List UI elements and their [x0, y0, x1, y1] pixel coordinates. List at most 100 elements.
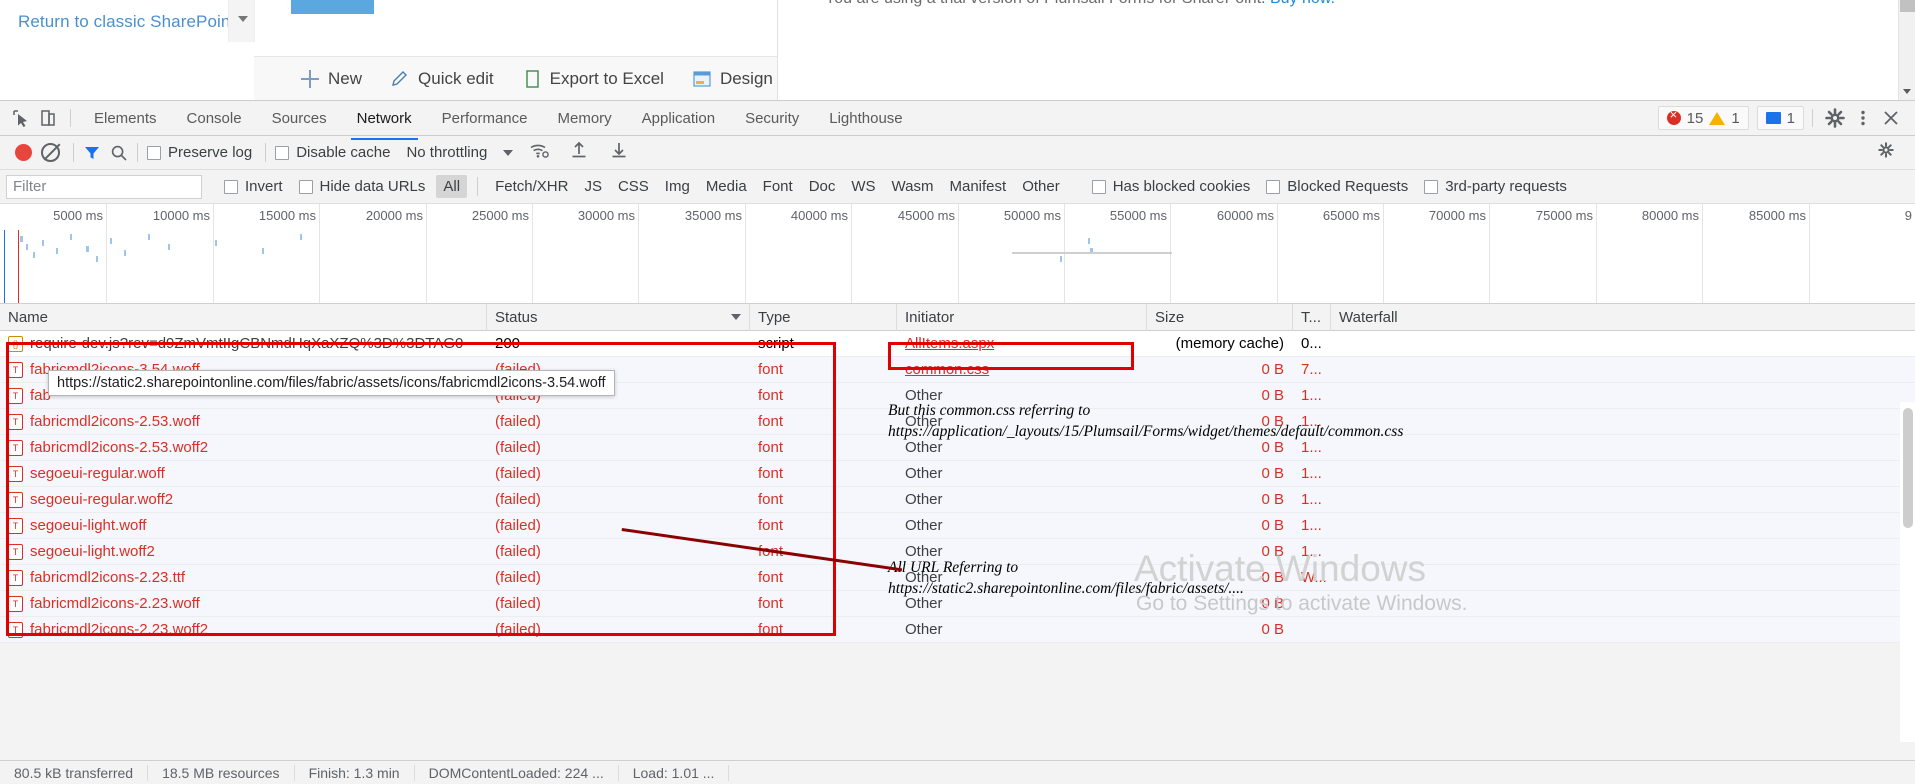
funnel-icon[interactable]: [83, 144, 101, 162]
preserve-log-checkbox[interactable]: [147, 145, 161, 160]
filter-type-manifest[interactable]: Manifest: [943, 175, 1014, 198]
column-header-type[interactable]: Type: [750, 303, 897, 331]
table-row[interactable]: Tsegoeui-regular.woff2 (failed) font Other 0…: [0, 487, 1915, 513]
initiator-link[interactable]: common.css: [905, 361, 989, 378]
tab-console[interactable]: Console: [175, 104, 254, 133]
issue-counters[interactable]: 15 1: [1657, 106, 1749, 130]
has-blocked-cookies-toggle[interactable]: Has blocked cookies: [1091, 178, 1250, 195]
invert-checkbox[interactable]: [224, 179, 238, 194]
cell-initiator[interactable]: AllItems.aspx: [897, 331, 1147, 357]
toolbar-divider-2: [1812, 109, 1813, 127]
filter-type-ws[interactable]: WS: [844, 175, 882, 198]
filter-input[interactable]: [6, 174, 202, 199]
device-toolbar-icon[interactable]: [34, 104, 62, 132]
cell-name[interactable]: Tfabricmdl2icons-2.53.woff: [0, 409, 487, 435]
export-to-excel-button[interactable]: Export to Excel: [522, 69, 664, 89]
table-row[interactable]: Tsegoeui-regular.woff (failed) font Other 0 …: [0, 461, 1915, 487]
cell-name[interactable]: Tfabricmdl2icons-2.23.ttf: [0, 565, 487, 591]
has-blocked-cookies-checkbox[interactable]: [1091, 179, 1106, 194]
preserve-log-toggle[interactable]: Preserve log: [147, 144, 252, 161]
message-counter[interactable]: 1: [1756, 106, 1804, 130]
cell-name[interactable]: Tsegoeui-light.woff2: [0, 539, 487, 565]
cell-name[interactable]: Tsegoeui-regular.woff: [0, 461, 487, 487]
cell-name[interactable]: Tsegoeui-regular.woff2: [0, 487, 487, 513]
tab-network[interactable]: Network: [345, 104, 424, 140]
filter-type-fetch-xhr[interactable]: Fetch/XHR: [488, 175, 575, 198]
filter-type-media[interactable]: Media: [699, 175, 754, 198]
tab-performance[interactable]: Performance: [430, 104, 540, 133]
requests-scrollbar[interactable]: [1900, 402, 1915, 742]
column-header-size[interactable]: Size: [1147, 303, 1293, 331]
table-row[interactable]: Tsegoeui-light.woff (failed) font Other 0 B 1…: [0, 513, 1915, 539]
scroll-down-arrow-icon[interactable]: [1903, 89, 1911, 94]
table-row[interactable]: Tfabricmdl2icons-2.23.woff2 (failed) font O…: [0, 617, 1915, 643]
filter-type-img[interactable]: Img: [658, 175, 697, 198]
cell-initiator[interactable]: Other: [897, 617, 1147, 643]
requests-scrollbar-thumb[interactable]: [1903, 408, 1913, 528]
network-settings-gear[interactable]: [1875, 139, 1907, 166]
tab-security[interactable]: Security: [733, 104, 811, 133]
table-row[interactable]: {} require-dev.js?rev=d9ZmVmtIIgCBNmdHqXa…: [0, 331, 1915, 357]
blocked-requests-checkbox[interactable]: [1266, 179, 1281, 194]
clear-icon[interactable]: [41, 143, 60, 162]
column-header-t[interactable]: T...: [1293, 303, 1331, 331]
disable-cache-checkbox[interactable]: [275, 145, 290, 160]
hide-data-urls-toggle[interactable]: Hide data URLs: [298, 178, 425, 195]
more-vertical-icon[interactable]: [1849, 104, 1877, 132]
gear-icon[interactable]: [1821, 104, 1849, 132]
cell-initiator[interactable]: common.css: [897, 357, 1147, 383]
initiator-link[interactable]: AllItems.aspx: [905, 335, 994, 352]
quick-edit-button[interactable]: Quick edit: [390, 69, 494, 89]
filter-type-js[interactable]: JS: [577, 175, 609, 198]
network-conditions-icon[interactable]: [529, 141, 550, 164]
cell-initiator[interactable]: Other: [897, 487, 1147, 513]
cell-status: (failed): [495, 516, 541, 534]
column-header-initiator[interactable]: Initiator: [897, 303, 1147, 331]
record-button[interactable]: [15, 144, 32, 161]
tab-application[interactable]: Application: [630, 104, 727, 133]
export-to-excel-button-label: Export to Excel: [549, 68, 664, 88]
close-icon[interactable]: [1877, 104, 1905, 132]
throttling-select[interactable]: No throttling: [406, 144, 487, 161]
third-party-requests-toggle[interactable]: 3rd-party requests: [1424, 178, 1567, 195]
design-button[interactable]: Design: [692, 69, 773, 89]
buy-now-link[interactable]: Buy now.: [1270, 0, 1335, 7]
tab-sources[interactable]: Sources: [260, 104, 339, 133]
tab-elements[interactable]: Elements: [82, 104, 169, 133]
cell-name[interactable]: {} require-dev.js?rev=d9ZmVmtIIgCBNmdHqXa…: [0, 331, 487, 357]
cell-name[interactable]: Tfabricmdl2icons-2.23.woff: [0, 591, 487, 617]
filter-type-css[interactable]: CSS: [611, 175, 656, 198]
cell-name[interactable]: Tfabricmdl2icons-2.23.woff2: [0, 617, 487, 643]
search-icon[interactable]: [110, 144, 128, 162]
filter-type-all[interactable]: All: [436, 175, 468, 198]
blue-accent-block: [291, 0, 374, 14]
hide-data-urls-checkbox[interactable]: [298, 179, 313, 194]
filter-type-font[interactable]: Font: [756, 175, 800, 198]
cell-name[interactable]: Tsegoeui-light.woff: [0, 513, 487, 539]
blocked-requests-toggle[interactable]: Blocked Requests: [1266, 178, 1408, 195]
column-header-waterfall[interactable]: Waterfall: [1331, 304, 1915, 331]
network-overview-timeline[interactable]: 5000 ms 10000 ms 15000 ms 20000 ms 25000 ms 3…: [0, 204, 1915, 304]
chevron-down-icon-throttle[interactable]: [503, 149, 514, 156]
filter-type-doc[interactable]: Doc: [802, 175, 843, 198]
chevron-down-icon[interactable]: [228, 0, 255, 42]
page-scrollbar-thumb[interactable]: [1900, 0, 1915, 12]
column-header-status[interactable]: Status: [487, 303, 750, 331]
tab-memory[interactable]: Memory: [546, 104, 624, 133]
import-har-icon[interactable]: [569, 140, 589, 165]
filter-type-wasm[interactable]: Wasm: [885, 175, 941, 198]
column-header-name[interactable]: Name: [0, 303, 487, 331]
return-to-classic-sharepoint-link[interactable]: Return to classic SharePoint: [18, 12, 235, 32]
page-scrollbar[interactable]: [1898, 0, 1915, 100]
export-har-icon[interactable]: [609, 140, 629, 165]
invert-toggle[interactable]: Invert: [224, 178, 283, 195]
filter-type-other[interactable]: Other: [1015, 175, 1067, 198]
cell-initiator[interactable]: Other: [897, 461, 1147, 487]
inspect-element-icon[interactable]: [6, 104, 34, 132]
tab-lighthouse[interactable]: Lighthouse: [817, 104, 914, 133]
new-button[interactable]: New: [300, 69, 362, 89]
cell-initiator[interactable]: Other: [897, 513, 1147, 539]
third-party-requests-checkbox[interactable]: [1424, 179, 1439, 194]
cell-name[interactable]: Tfabricmdl2icons-2.53.woff2: [0, 435, 487, 461]
disable-cache-toggle[interactable]: Disable cache: [275, 144, 390, 161]
